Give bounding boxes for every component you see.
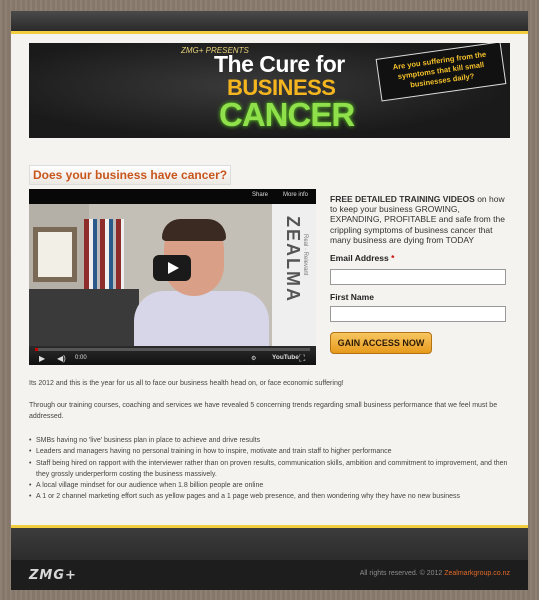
first-name-field[interactable]	[330, 306, 506, 322]
email-field[interactable]	[330, 269, 506, 285]
video-shelf	[29, 289, 139, 349]
list-item: Staff being hired on rapport with the in…	[29, 459, 509, 481]
intro-text: Its 2012 and this is the year for us all…	[29, 380, 344, 387]
video-certificate	[33, 227, 77, 282]
top-bar	[11, 11, 528, 31]
list-item: SMBs having no 'live' business plan in p…	[29, 436, 509, 447]
volume-icon[interactable]: ◀)	[57, 354, 66, 363]
banner-callout: Are you suffering from the symptoms that…	[375, 43, 507, 102]
play-icon[interactable]	[153, 255, 191, 281]
video-top-bar	[29, 189, 316, 204]
video-banner-sub: Real · Relevant	[302, 234, 308, 276]
first-name-label: First Name	[330, 292, 374, 302]
banner-title-line3: CANCER	[219, 96, 355, 133]
footer-strip	[11, 528, 528, 560]
video-person	[124, 219, 279, 351]
footer-copyright: All rights reserved. © 2012 Zealmarkgrou…	[359, 570, 510, 577]
signup-intro: FREE DETAILED TRAINING VIDEOS on how to …	[330, 194, 510, 245]
footer-logo: ZMG+	[29, 568, 77, 583]
video-books	[84, 219, 124, 289]
video-share-button[interactable]: Share	[252, 192, 268, 198]
hero-banner: ZMG+ PRESENTS The Cure for BUSINESS CANC…	[29, 43, 510, 138]
video-progress-bar[interactable]	[35, 348, 310, 351]
fullscreen-icon[interactable]: ⛶	[299, 353, 305, 364]
footer-site-link[interactable]: Zealmarkgroup.co.nz	[444, 570, 510, 577]
video-more-info-button[interactable]: More info	[283, 192, 308, 198]
signup-intro-bold: FREE DETAILED TRAINING VIDEOS	[330, 194, 475, 204]
video-player[interactable]: Share More info ZEALMA Real · Relevant ▶…	[29, 189, 316, 365]
trends-list: SMBs having no 'live' business plan in p…	[29, 436, 509, 504]
banner-title-line1: The Cure for	[214, 51, 345, 77]
youtube-logo[interactable]: YouTube	[272, 354, 299, 361]
page-heading: Does your business have cancer?	[29, 165, 232, 185]
video-banner-text: ZEALMA	[283, 216, 303, 303]
settings-icon[interactable]: ⚙	[251, 355, 256, 362]
page-content: ZMG+ PRESENTS The Cure for BUSINESS CANC…	[11, 31, 528, 528]
gain-access-button[interactable]: GAIN ACCESS NOW	[330, 332, 432, 354]
video-controls: ▶ ◀) 0:00 ⚙ YouTube ⛶	[29, 346, 316, 365]
list-item: A local village mindset for our audience…	[29, 481, 509, 492]
video-time: 0:00	[75, 355, 87, 361]
email-label: Email Address *	[330, 253, 395, 263]
list-item: Leaders and managers having no personal …	[29, 447, 509, 458]
trends-paragraph: Through our training courses, coaching a…	[29, 402, 498, 420]
play-control-icon[interactable]: ▶	[39, 354, 45, 363]
footer: ZMG+ All rights reserved. © 2012 Zealmar…	[11, 560, 528, 590]
list-item: A 1 or 2 channel marketing effort such a…	[29, 492, 509, 503]
